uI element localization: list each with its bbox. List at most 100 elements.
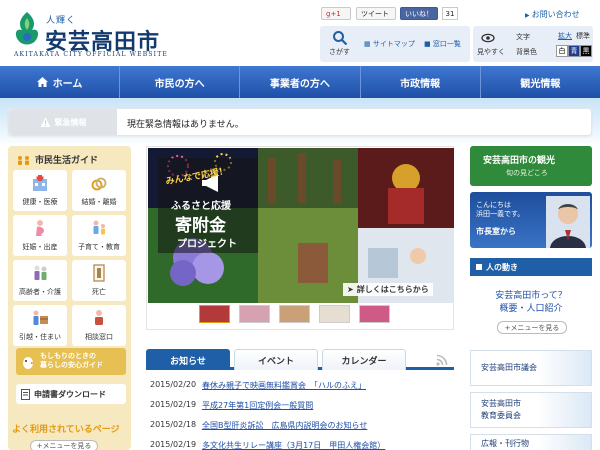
banner-thumb-4[interactable] — [319, 305, 350, 323]
tile-death[interactable]: 死亡 — [72, 260, 126, 301]
banner-thumb-1[interactable] — [199, 305, 230, 323]
rings-icon — [91, 177, 107, 191]
tab-calendar[interactable]: カレンダー — [322, 349, 406, 370]
life-guide-sidebar: 市民生活ガイド 健康・医療 結婚・離婚 妊娠・出産 子育て・教育 高齢者・介護 … — [8, 146, 131, 450]
tile-consult[interactable]: 相談窓口 — [72, 305, 126, 346]
banner-headline-3: プロジェクト — [177, 239, 237, 250]
emergency-label: 緊急情報 — [54, 117, 87, 127]
site-logo[interactable]: 人輝く 安芸高田市 AKITAKATA CITY OFFICIAL WEBSIT… — [12, 10, 167, 62]
publications-link[interactable]: 広報・刊行物 — [470, 434, 592, 450]
news-row[interactable]: 2015/02/19 平成27年第1回定例会一般質問 — [150, 400, 313, 414]
warning-icon — [40, 117, 50, 127]
facebook-like-button[interactable]: いいね！ — [400, 7, 438, 20]
tile-health[interactable]: 健康・医療 — [13, 170, 67, 211]
emergency-bar: 緊急情報 現在緊急情報はありません。 — [8, 108, 592, 136]
tile-childcare[interactable]: 子育て・教育 — [72, 215, 126, 256]
banner-cta[interactable]: ➤ 詳しくはこちらから — [343, 283, 433, 296]
eye-icon — [481, 33, 495, 43]
news-date: 2015/02/19 — [150, 440, 197, 449]
banner-headline-2: 寄附金 — [175, 216, 226, 236]
contact-link[interactable]: お問い合わせ — [525, 9, 580, 20]
safety-guide-banner[interactable]: もしもりのときの 暮らしの安心ガイド — [16, 348, 126, 375]
people-icon — [18, 155, 29, 165]
news-date: 2015/02/19 — [150, 400, 197, 409]
banner-thumb-3[interactable] — [279, 305, 310, 323]
news-date: 2015/02/20 — [150, 380, 197, 389]
nav-citizens[interactable]: 市民の方へ — [120, 66, 241, 98]
gplus-button[interactable]: g+1 — [321, 7, 351, 20]
sitemap-label: サイトマップ — [372, 40, 415, 48]
text-enlarge-button[interactable]: 拡大 — [557, 30, 573, 42]
about-menu-button[interactable]: + メニューを見る — [497, 321, 567, 334]
emergency-label-box: 緊急情報 — [9, 109, 117, 135]
accessibility-utility: 見やすく 文字 背景色 拡大 標準 白 青 黒 — [473, 26, 593, 62]
rss-icon[interactable] — [436, 354, 448, 366]
popular-menu-button[interactable]: + メニューを見る — [30, 440, 98, 450]
news-title[interactable]: 全国B型肝炎訴訟 広島県内説明会のお知らせ — [202, 420, 367, 434]
safety-guide-text: もしもりのときの 暮らしの安心ガイド — [40, 352, 103, 369]
tile-consult-label: 相談窓口 — [85, 333, 113, 341]
form-download-label: 申請書ダウンロード — [34, 389, 106, 399]
mayor-banner[interactable]: こんにちは 浜田一義です。 市長室から — [470, 192, 592, 248]
news-row[interactable]: 2015/02/18 全国B型肝炎訴訟 広島県内説明会のお知らせ — [150, 420, 367, 434]
counter-list-link[interactable]: ■ 窓口一覧 — [424, 39, 461, 49]
sitemap-link[interactable]: ▦ サイトマップ — [364, 39, 415, 49]
tourism-subtitle: 旬の見どころ — [506, 169, 548, 177]
memorial-icon — [93, 264, 105, 282]
education-board-label: 安芸高田市 教育委員会 — [481, 399, 521, 420]
hospital-icon — [33, 175, 47, 191]
counter-icon: ■ — [424, 40, 431, 48]
news-date: 2015/02/18 — [150, 420, 197, 429]
movement-heading-label: 人の動き — [486, 262, 518, 272]
city-council-link[interactable]: 安芸高田市議会 — [470, 350, 592, 386]
tile-moving-label: 引越・住まい — [19, 333, 61, 341]
nav-home[interactable]: ホーム — [0, 66, 120, 98]
popular-pages-heading: よく利用されているページ — [12, 425, 120, 435]
mayor-link-label: 市長室から — [476, 227, 516, 236]
text-standard-button[interactable]: 標準 — [574, 30, 592, 42]
tile-marriage[interactable]: 結婚・離婚 — [72, 170, 126, 211]
consultation-icon — [95, 310, 103, 325]
city-about[interactable]: 安芸高田市って？ 概要・人口紹介 — [470, 290, 592, 316]
bg-black-button[interactable]: 黒 — [580, 45, 592, 57]
bg-blue-button[interactable]: 青 — [568, 45, 580, 57]
tab-events[interactable]: イベント — [234, 349, 318, 370]
publications-label: 広報・刊行物 — [481, 439, 529, 448]
form-download-button[interactable]: 申請書ダウンロード — [16, 384, 126, 404]
nav-city-info[interactable]: 市政情報 — [361, 66, 481, 98]
info-tabs: お知らせ イベント カレンダー — [146, 346, 454, 370]
about-menu-label: メニューを見る — [510, 323, 560, 332]
search-label[interactable]: さがす — [329, 47, 350, 57]
banner-thumb-2[interactable] — [239, 305, 270, 323]
news-title[interactable]: 平成27年第1回定例会一般質問 — [202, 400, 313, 414]
elderly-icon — [34, 265, 47, 280]
news-title[interactable]: 春休み親子で映画無料鑑賞会 「ハルのふえ」 — [202, 380, 366, 394]
tab-notices[interactable]: お知らせ — [146, 349, 230, 370]
news-title[interactable]: 多文化共生リレー講座（3月17日 甲田人権会館） — [202, 440, 385, 450]
about-line-2: 概要・人口紹介 — [499, 304, 563, 314]
news-row[interactable]: 2015/02/20 春休み親子で映画無料鑑賞会 「ハルのふえ」 — [150, 380, 366, 394]
tile-elderly-label: 高齢者・介護 — [19, 288, 61, 296]
nav-business[interactable]: 事業者の方へ — [240, 66, 361, 98]
tile-pregnancy-label: 妊娠・出産 — [22, 243, 58, 251]
tourism-banner[interactable]: 安芸高田市の観光 旬の見どころ — [470, 146, 592, 186]
moving-icon — [33, 310, 48, 325]
search-icon[interactable] — [332, 30, 348, 46]
popular-menu-label: メニューを見る — [42, 442, 92, 450]
tile-childcare-label: 子育て・教育 — [78, 243, 120, 251]
like-count: 31 — [442, 7, 458, 20]
about-line-1: 安芸高田市って？ — [495, 291, 567, 301]
logo-mark-icon — [15, 12, 39, 45]
banner-thumbnails — [199, 305, 399, 323]
banner-thumb-5[interactable] — [359, 305, 390, 323]
tweet-button[interactable]: ツイート — [356, 7, 396, 20]
tile-pregnancy[interactable]: 妊娠・出産 — [13, 215, 67, 256]
news-row[interactable]: 2015/02/19 多文化共生リレー講座（3月17日 甲田人権会館） — [150, 440, 385, 450]
education-board-link[interactable]: 安芸高田市 教育委員会 — [470, 392, 592, 428]
nav-tourism[interactable]: 観光情報 — [481, 66, 600, 98]
bg-white-button[interactable]: 白 — [556, 45, 568, 57]
hometown-donation-banner[interactable]: みんなで応援！ ふるさと応援 寄附金 プロジェクト ➤ 詳しくはこちらから — [146, 146, 454, 330]
tile-elderly[interactable]: 高齢者・介護 — [13, 260, 67, 301]
tile-moving[interactable]: 引越・住まい — [13, 305, 67, 346]
bird-mascot-icon — [23, 357, 34, 369]
